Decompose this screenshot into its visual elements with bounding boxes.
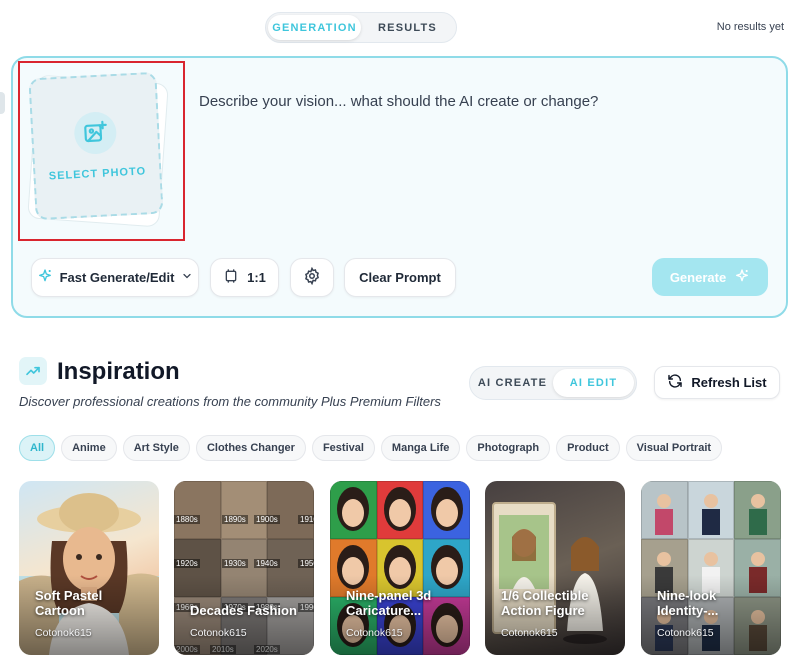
selection-highlight [18, 61, 185, 241]
frame-icon [223, 268, 239, 287]
model-select-button[interactable]: Fast Generate/Edit [31, 258, 199, 297]
settings-button[interactable] [290, 258, 334, 297]
aspect-ratio-button[interactable]: 1:1 [210, 258, 279, 297]
card-title: 1/6 Collectible Action Figure [501, 587, 589, 619]
prompt-input[interactable]: Describe your vision... what should the … [199, 93, 598, 110]
filter-chip-photograph[interactable]: Photograph [466, 435, 551, 461]
filter-chip-clothes-changer[interactable]: Clothes Changer [195, 435, 306, 461]
model-select-label: Fast Generate/Edit [59, 270, 175, 285]
aspect-ratio-label: 1:1 [247, 270, 266, 285]
generate-button[interactable]: Generate [652, 258, 768, 296]
inspiration-mode-toggle: AI CREATE AI EDIT [469, 366, 637, 400]
filter-chip-art-style[interactable]: Art Style [122, 435, 190, 461]
card-author: Cotonok615 [501, 627, 558, 639]
decade-tag: 1910s [298, 515, 314, 524]
card-title: Soft Pastel Cartoon [35, 587, 103, 619]
card-author: Cotonok615 [657, 627, 714, 639]
filter-chip-all[interactable]: All [19, 435, 56, 461]
inspiration-card[interactable]: Nine-panel 3d Caricature... Cotonok615 [330, 481, 470, 655]
category-filters: All Anime Art Style Clothes Changer Fest… [19, 435, 723, 461]
card-title: Nine-look Identity-... [657, 587, 719, 619]
filter-chip-festival[interactable]: Festival [311, 435, 375, 461]
decade-tag: 1920s [174, 559, 200, 568]
side-handle[interactable] [0, 92, 5, 114]
tab-ai-edit[interactable]: AI EDIT [553, 369, 634, 397]
inspiration-card[interactable]: 1880s 1890s 1900s 1910s 1920s 1930s 1940… [174, 481, 314, 655]
inspiration-card[interactable]: Nine-look Identity-... Cotonok615 [641, 481, 781, 655]
card-author: Cotonok615 [190, 627, 247, 639]
tab-generation[interactable]: GENERATION [268, 15, 361, 40]
mode-tabs: GENERATION RESULTS [265, 12, 457, 43]
trending-icon [19, 357, 47, 385]
filter-chip-manga-life[interactable]: Manga Life [380, 435, 461, 461]
decade-tag: 1880s [174, 515, 200, 524]
tab-ai-create[interactable]: AI CREATE [472, 369, 553, 397]
decade-tag: 1900s [254, 515, 280, 524]
card-author: Cotonok615 [346, 627, 403, 639]
filter-chip-visual-portrait[interactable]: Visual Portrait [625, 435, 723, 461]
generate-label: Generate [669, 269, 727, 285]
tab-results[interactable]: RESULTS [361, 15, 454, 40]
gear-icon [303, 266, 321, 288]
sparkle-icon [734, 268, 750, 287]
card-author: Cotonok615 [35, 627, 92, 639]
refresh-list-button[interactable]: Refresh List [654, 366, 780, 399]
filter-chip-anime[interactable]: Anime [61, 435, 117, 461]
card-title: Decades Fashion [190, 603, 297, 619]
decade-tag: 1890s [222, 515, 248, 524]
decade-tag: 1950s [298, 559, 314, 568]
clear-prompt-button[interactable]: Clear Prompt [344, 258, 456, 297]
decade-tag: 1940s [254, 559, 280, 568]
refresh-label: Refresh List [691, 375, 767, 390]
inspiration-subtitle: Discover professional creations from the… [19, 394, 441, 409]
inspiration-card[interactable]: Soft Pastel Cartoon Cotonok615 [19, 481, 159, 655]
results-status: No results yet [716, 21, 784, 33]
sparkle-icon [37, 268, 53, 287]
filter-chip-product[interactable]: Product [556, 435, 620, 461]
decade-tag: 1930s [222, 559, 248, 568]
refresh-icon [667, 373, 683, 392]
chevron-down-icon [181, 270, 193, 285]
card-title: Nine-panel 3d Caricature... [346, 587, 432, 619]
inspiration-card[interactable]: 1/6 Collectible Action Figure Cotonok615 [485, 481, 625, 655]
inspiration-title: Inspiration [57, 358, 180, 385]
